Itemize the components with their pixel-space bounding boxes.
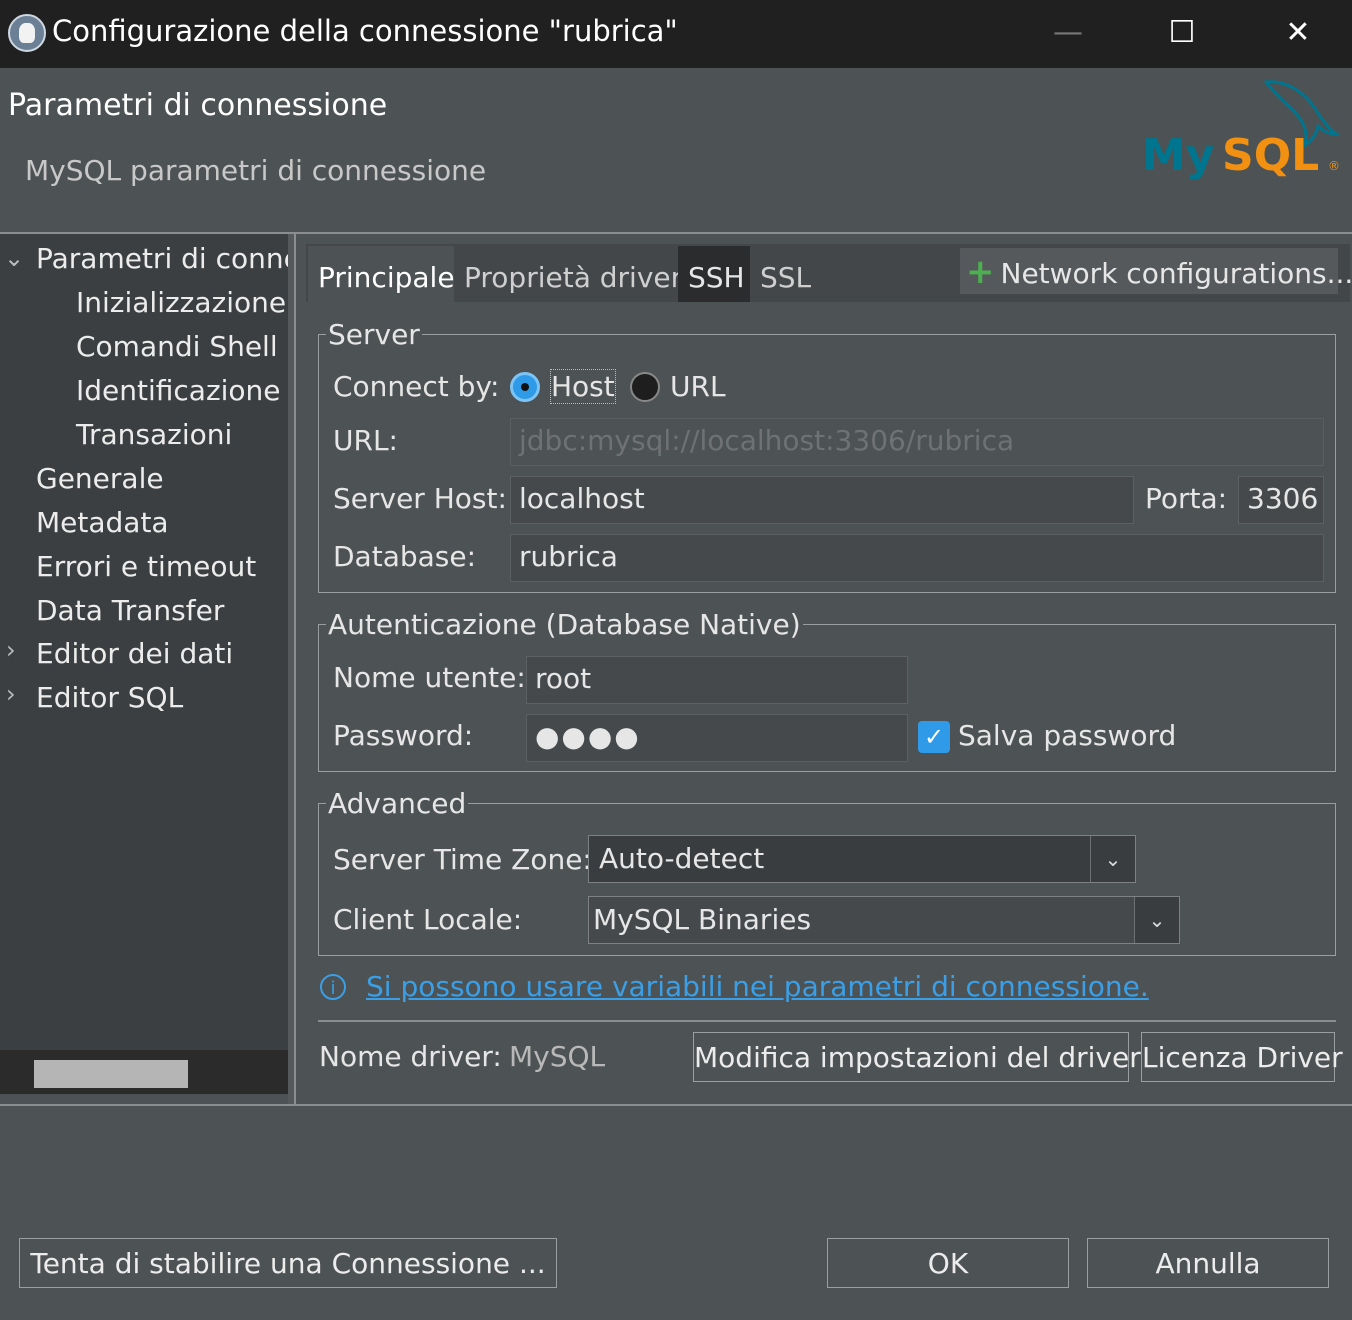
chevron-right-icon[interactable]: ›: [6, 680, 16, 708]
nav-item-editor-sql[interactable]: Editor SQL: [36, 681, 183, 714]
network-configurations-button[interactable]: + Network configurations...: [960, 248, 1352, 294]
chevron-down-icon[interactable]: ⌄: [4, 244, 24, 272]
variables-help-link[interactable]: Si possono usare variabili nei parametri…: [366, 970, 1149, 1003]
server-host-label: Server Host:: [333, 482, 507, 515]
nav-item-transazioni[interactable]: Transazioni: [76, 418, 232, 451]
settings-nav: ⌄ Parametri di connes Inizializzazione C…: [0, 234, 288, 1094]
cancel-button[interactable]: Annulla: [1087, 1238, 1329, 1288]
mysql-logo: My SQL ®: [1142, 80, 1341, 181]
tab-ssh[interactable]: SSH: [678, 246, 750, 302]
maximize-button[interactable]: ☐: [1156, 10, 1208, 56]
tab-proprieta-driver[interactable]: Proprietà driver: [454, 246, 682, 302]
locale-combo[interactable]: MySQL Binaries ⌄: [588, 896, 1180, 944]
chevron-down-icon[interactable]: ⌄: [1134, 897, 1179, 943]
tab-principale[interactable]: Principale: [308, 246, 455, 302]
info-icon: i: [320, 974, 346, 1000]
url-radio-label[interactable]: URL: [670, 370, 726, 403]
chevron-down-icon[interactable]: ⌄: [1090, 836, 1135, 882]
url-field[interactable]: jdbc:mysql://localhost:3306/rubrica: [510, 418, 1324, 466]
footer-separator: [0, 1104, 1352, 1106]
server-legend: Server: [326, 318, 422, 351]
host-radio-label[interactable]: Host: [550, 369, 616, 404]
locale-label: Client Locale:: [333, 903, 523, 936]
chevron-right-icon[interactable]: ›: [6, 636, 16, 664]
save-password-label[interactable]: Salva password: [958, 719, 1176, 752]
nav-item-generale[interactable]: Generale: [36, 462, 164, 495]
username-label: Nome utente:: [333, 661, 526, 694]
url-label: URL:: [333, 424, 398, 457]
ok-button[interactable]: OK: [827, 1238, 1069, 1288]
svg-text:®: ®: [1328, 159, 1340, 173]
username-field[interactable]: root: [526, 656, 908, 704]
driver-name-label: Nome driver:: [319, 1040, 502, 1073]
close-button[interactable]: ✕: [1272, 10, 1324, 56]
nav-item-editor-dati[interactable]: Editor dei dati: [36, 637, 233, 670]
timezone-combo[interactable]: Auto-detect ⌄: [588, 835, 1136, 883]
url-radio[interactable]: [630, 372, 660, 402]
network-configurations-label: Network configurations...: [1000, 257, 1352, 290]
port-field[interactable]: 3306: [1238, 476, 1324, 524]
timezone-label: Server Time Zone:: [333, 843, 592, 876]
database-field[interactable]: rubrica: [510, 534, 1324, 582]
driver-name-value: MySQL: [509, 1040, 606, 1073]
logo-my: My: [1142, 130, 1214, 181]
tab-ssl[interactable]: SSL: [750, 246, 820, 302]
nav-item-data-transfer[interactable]: Data Transfer: [36, 594, 224, 627]
connect-by-label: Connect by:: [333, 370, 500, 403]
splitter-line: [294, 234, 296, 1106]
nav-item-parametri[interactable]: Parametri di connes: [36, 242, 288, 275]
auth-legend: Autenticazione (Database Native): [326, 608, 803, 641]
app-icon: [8, 14, 46, 52]
logo-sql: SQL: [1222, 130, 1319, 181]
server-host-field[interactable]: localhost: [510, 476, 1134, 524]
driver-license-button[interactable]: Licenza Driver: [1141, 1032, 1343, 1082]
header-subtitle: MySQL parametri di connessione: [25, 154, 487, 187]
nav-item-identificazione[interactable]: Identificazione c: [76, 374, 288, 407]
password-field[interactable]: ●●●●: [526, 714, 908, 762]
nav-item-metadata[interactable]: Metadata: [36, 506, 169, 539]
timezone-value: Auto-detect: [599, 842, 765, 875]
save-password-checkbox[interactable]: ✓: [918, 721, 950, 753]
minimize-button[interactable]: —: [1042, 10, 1094, 56]
nav-item-inizializzazione[interactable]: Inizializzazione: [76, 286, 286, 319]
nav-scrollbar-thumb[interactable]: [34, 1060, 188, 1088]
nav-item-errori[interactable]: Errori e timeout: [36, 550, 256, 583]
header-title: Parametri di connessione: [8, 88, 388, 123]
port-label: Porta:: [1145, 482, 1228, 515]
driver-separator: [318, 1020, 1336, 1022]
plus-icon: +: [966, 252, 995, 292]
test-connection-button[interactable]: Tenta di stabilire una Connessione ...: [19, 1238, 557, 1288]
password-label: Password:: [333, 719, 474, 752]
edit-driver-button[interactable]: Modifica impostazioni del driver: [693, 1032, 1141, 1082]
advanced-legend: Advanced: [326, 787, 469, 820]
window-title: Configurazione della connessione "rubric…: [52, 14, 678, 48]
nav-item-comandi-shell[interactable]: Comandi Shell: [76, 330, 278, 363]
host-radio[interactable]: [510, 372, 540, 402]
locale-value: MySQL Binaries: [593, 903, 812, 936]
database-label: Database:: [333, 540, 477, 573]
